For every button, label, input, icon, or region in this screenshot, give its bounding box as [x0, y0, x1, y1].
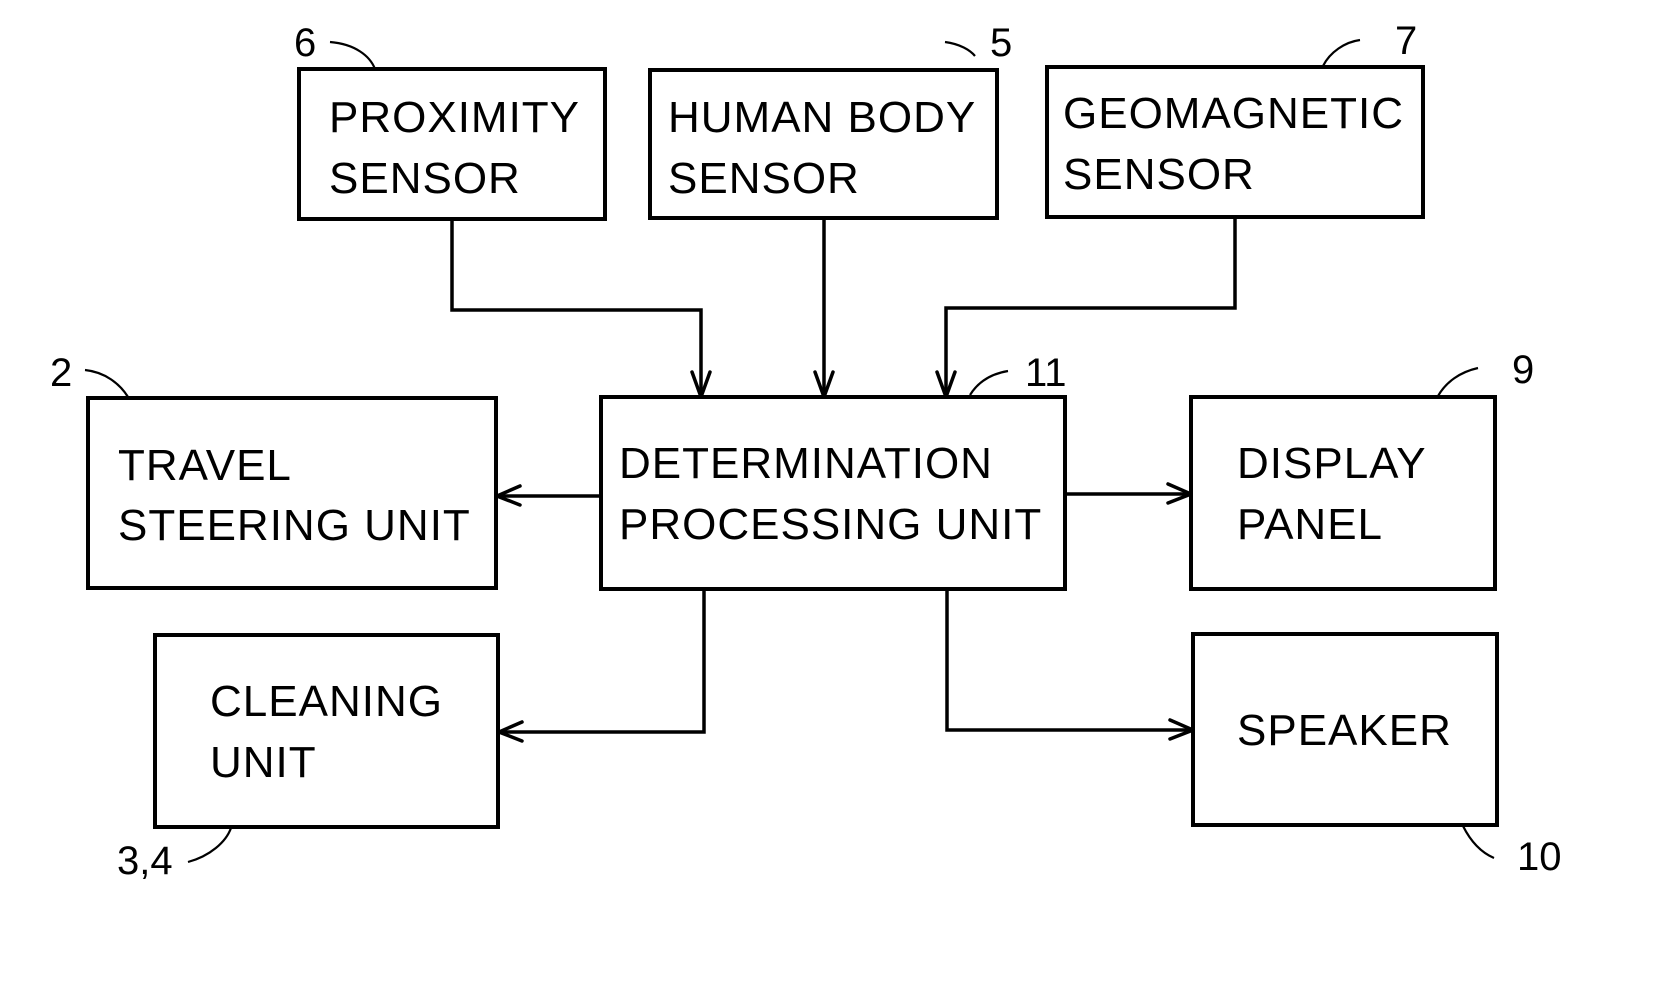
leader-line: [1322, 38, 1361, 67]
block-proximity-sensor: PROXIMITY SENSOR 6: [294, 21, 607, 221]
connector-proximity-to-determination: [450, 220, 703, 397]
leader-line: [187, 827, 233, 864]
block-display-panel: DISPLAY PANEL 9: [1189, 348, 1534, 591]
reference-numeral: 9: [1512, 348, 1534, 392]
reference-numeral: 2: [50, 351, 72, 395]
block-label-line: PROXIMITY: [329, 93, 580, 142]
connector-determination-to-speaker: [945, 590, 1193, 732]
leader-line: [84, 368, 129, 398]
block-label-line: GEOMAGNETIC: [1063, 89, 1404, 138]
reference-numeral: 11: [1025, 351, 1067, 395]
block-label-line: SENSOR: [1063, 150, 1255, 199]
block-label-line: UNIT: [210, 738, 317, 787]
reference-numeral: 5: [990, 21, 1012, 65]
block-human-body-sensor: HUMAN BODY SENSOR 5: [648, 21, 1012, 220]
block-label-line: STEERING UNIT: [118, 501, 471, 550]
block-determination-processing-unit: DETERMINATION PROCESSING UNIT 11: [599, 351, 1067, 591]
block-diagram: PROXIMITY SENSOR 6 HUMAN BODY SENSOR 5 G…: [50, 19, 1562, 883]
block-label-line: DETERMINATION: [619, 439, 993, 488]
leader-line: [944, 40, 976, 57]
block-label-line: HUMAN BODY: [668, 93, 976, 142]
block-label-line: SENSOR: [668, 154, 860, 203]
block-label-line: TRAVEL: [118, 441, 292, 490]
leader-line: [1462, 825, 1495, 860]
reference-numeral: 6: [294, 21, 316, 65]
block-travel-steering-unit: TRAVEL STEERING UNIT 2: [50, 351, 498, 590]
block-geomagnetic-sensor: GEOMAGNETIC SENSOR 7: [1045, 19, 1425, 219]
block-label-line: PROCESSING UNIT: [619, 500, 1042, 549]
reference-numeral: 3,4: [117, 839, 173, 883]
connector-determination-to-cleaning: [499, 590, 706, 734]
block-label-line: SPEAKER: [1237, 706, 1452, 755]
leader-line: [329, 40, 377, 70]
leader-line: [969, 369, 1009, 396]
leader-line: [1437, 366, 1479, 397]
block-label-line: SENSOR: [329, 154, 521, 203]
connector-geomagnetic-to-determination: [944, 218, 1237, 397]
block-label-line: CLEANING: [210, 677, 443, 726]
block-cleaning-unit: CLEANING UNIT 3,4: [117, 633, 500, 883]
block-label-line: PANEL: [1237, 500, 1383, 549]
block-label-line: DISPLAY: [1237, 439, 1427, 488]
reference-numeral: 7: [1395, 19, 1417, 63]
block-speaker: SPEAKER 10: [1191, 632, 1562, 879]
reference-numeral: 10: [1517, 835, 1562, 879]
